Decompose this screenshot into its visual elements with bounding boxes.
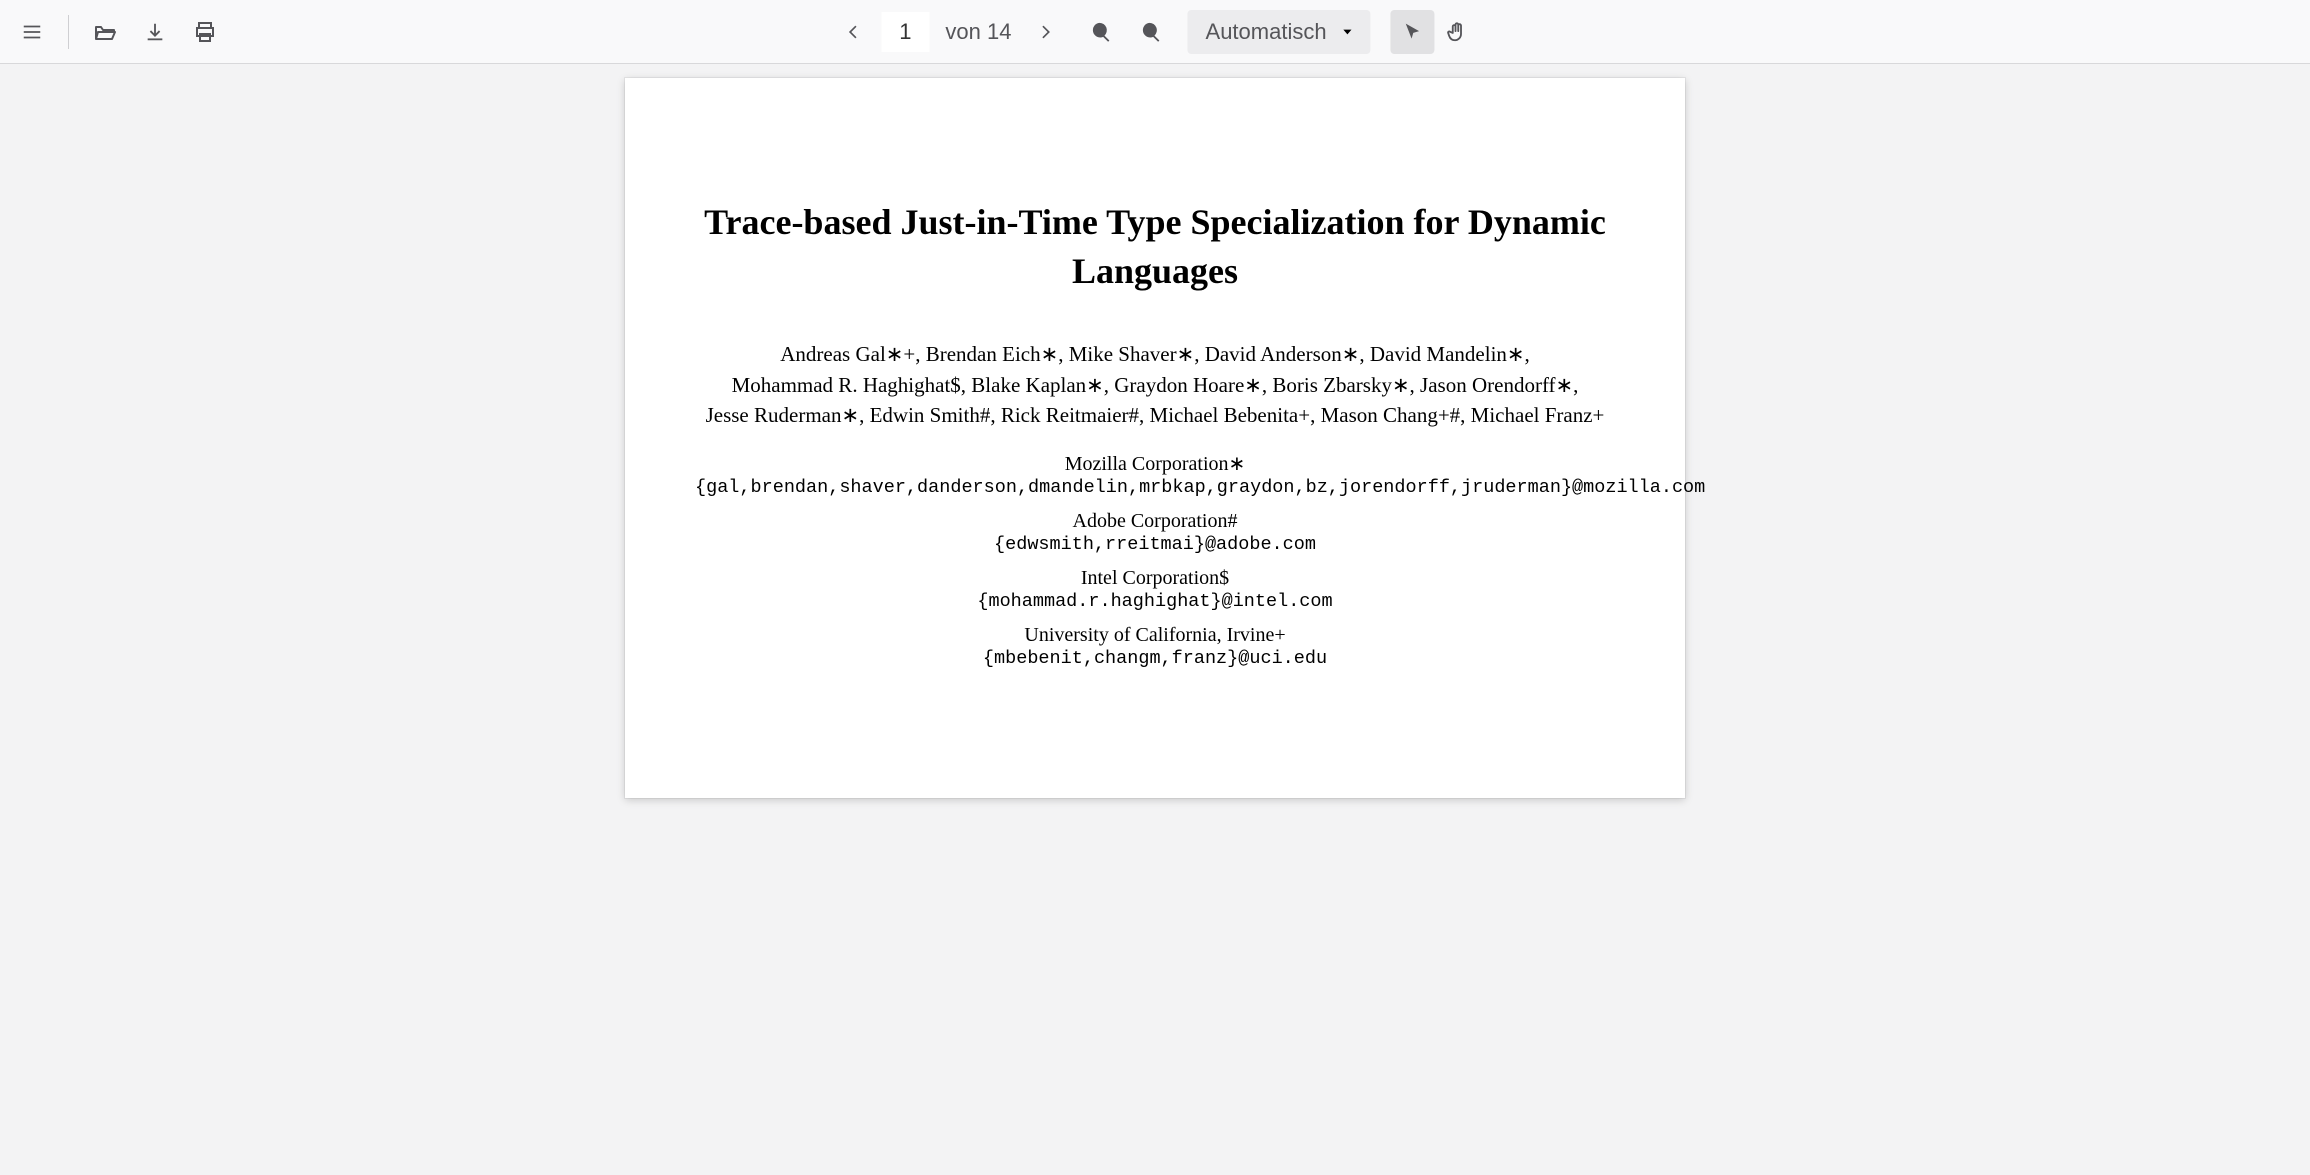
print-button[interactable] — [183, 10, 227, 54]
affiliation-name: Mozilla Corporation∗ — [1065, 453, 1246, 475]
zoom-out-button[interactable] — [1080, 10, 1124, 54]
download-icon — [144, 21, 166, 43]
chevron-right-icon — [1036, 22, 1056, 42]
affiliation-block: Intel Corporation$ {mohammad.r.haghighat… — [695, 567, 1615, 612]
chevron-down-icon — [1341, 25, 1355, 39]
zoom-select[interactable]: Automatisch — [1188, 10, 1371, 54]
paper-authors: Andreas Gal∗+, Brendan Eich∗, Mike Shave… — [695, 339, 1615, 430]
download-button[interactable] — [133, 10, 177, 54]
open-file-button[interactable] — [83, 10, 127, 54]
pdf-viewer[interactable]: Trace-based Just-in-Time Type Specializa… — [0, 64, 2310, 1175]
cursor-tool-group — [1391, 10, 1479, 54]
zoom-in-button[interactable] — [1130, 10, 1174, 54]
zoom-out-icon — [1091, 21, 1113, 43]
zoom-in-icon — [1141, 21, 1163, 43]
authors-line-3: Jesse Ruderman∗, Edwin Smith#, Rick Reit… — [706, 403, 1605, 427]
affiliation-name: University of California, Irvine+ — [1024, 624, 1285, 646]
authors-line-2: Mohammad R. Haghighat$, Blake Kaplan∗, G… — [732, 373, 1579, 397]
page-number-input[interactable] — [881, 12, 929, 52]
pdf-toolbar: von 14 Automatisch — [0, 0, 2310, 64]
affiliation-email: {mohammad.r.haghighat}@intel.com — [695, 591, 1615, 612]
toolbar-separator — [68, 15, 69, 49]
affiliation-block: Mozilla Corporation∗ {gal,brendan,shaver… — [695, 451, 1615, 498]
page-of-prefix: von — [945, 19, 980, 44]
toolbar-left-group — [10, 10, 227, 54]
affiliation-block: University of California, Irvine+ {mbebe… — [695, 624, 1615, 669]
affiliation-email: {mbebenit,changm,franz}@uci.edu — [695, 648, 1615, 669]
hand-tool-button[interactable] — [1435, 10, 1479, 54]
cursor-icon — [1403, 22, 1423, 42]
hand-icon — [1446, 21, 1468, 43]
text-select-tool-button[interactable] — [1391, 10, 1435, 54]
page-total: 14 — [987, 19, 1011, 44]
folder-open-icon — [93, 20, 117, 44]
affiliation-email: {gal,brendan,shaver,danderson,dmandelin,… — [695, 477, 1615, 498]
affiliation-email: {edwsmith,rreitmai}@adobe.com — [695, 534, 1615, 555]
authors-line-1: Andreas Gal∗+, Brendan Eich∗, Mike Shave… — [780, 342, 1530, 366]
print-icon — [193, 20, 217, 44]
previous-page-button[interactable] — [831, 10, 875, 54]
toolbar-center-group: von 14 Automatisch — [831, 10, 1478, 54]
affiliation-name: Adobe Corporation# — [1073, 510, 1238, 532]
next-page-button[interactable] — [1024, 10, 1068, 54]
paper-title: Trace-based Just-in-Time Type Specializa… — [695, 198, 1615, 295]
affiliation-name: Intel Corporation$ — [1081, 567, 1229, 589]
sidebar-toggle-button[interactable] — [10, 10, 54, 54]
pdf-page: Trace-based Just-in-Time Type Specializa… — [625, 78, 1685, 798]
affiliation-block: Adobe Corporation# {edwsmith,rreitmai}@a… — [695, 510, 1615, 555]
page-count-label: von 14 — [935, 19, 1017, 45]
zoom-select-label: Automatisch — [1206, 19, 1327, 45]
chevron-left-icon — [843, 22, 863, 42]
menu-icon — [21, 21, 43, 43]
